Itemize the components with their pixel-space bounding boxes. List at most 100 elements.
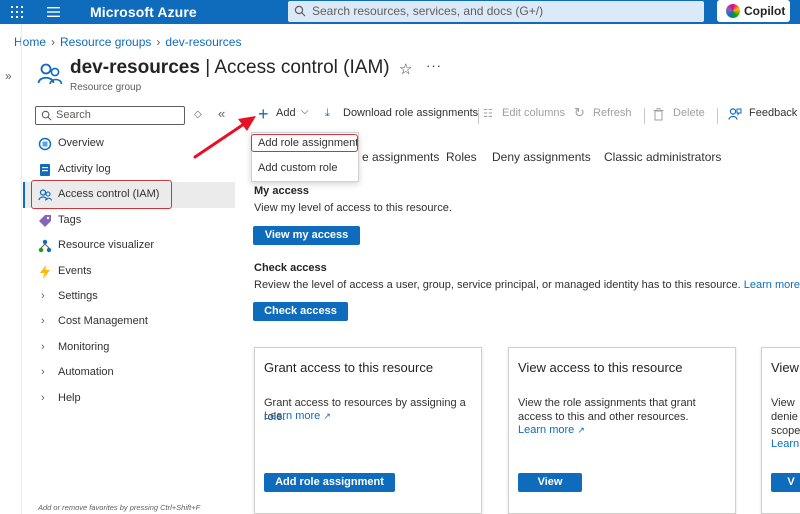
highlight-access-control [31, 180, 172, 209]
feedback-icon [728, 108, 742, 120]
view-my-access-button[interactable]: View my access [253, 226, 360, 245]
sidebar-search-placeholder: Search [56, 109, 91, 121]
search-icon [41, 110, 52, 121]
page-title-suffix: | Access control (IAM) [205, 57, 390, 78]
breadcrumb-separator: › [51, 35, 56, 49]
breadcrumb-dev-resources[interactable]: dev-resources [165, 35, 241, 49]
download-role-assignments-button[interactable]: Download role assignments [343, 107, 478, 119]
sidebar-item-help[interactable]: › Help [23, 386, 235, 412]
app-launcher-icon[interactable] [10, 5, 24, 19]
refresh-button[interactable]: Refresh [593, 107, 632, 119]
add-plus-icon[interactable]: + [258, 104, 269, 125]
sidebar-item-label: Help [58, 392, 81, 404]
breadcrumb: Home › Resource groups › dev-resources [14, 35, 241, 49]
sidebar-item-cost-management[interactable]: › Cost Management [23, 309, 235, 335]
check-access-text: Review the level of access a user, group… [254, 279, 741, 291]
add-role-assignment-button[interactable]: Add role assignment [264, 473, 395, 492]
tag-icon [39, 215, 51, 227]
card-grant-access: Grant access to this resource Grant acce… [254, 347, 482, 514]
lightning-icon [40, 265, 50, 279]
external-link-icon: ↗ [323, 411, 331, 421]
chevron-right-icon: › [41, 290, 45, 302]
page-subtitle: Resource group [70, 82, 142, 93]
search-icon [294, 5, 306, 17]
card-learn-more-link[interactable]: Learn more ↗ [264, 410, 331, 422]
menu-item-add-custom-role[interactable]: Add custom role [258, 162, 337, 174]
resource-name: dev-resources [70, 57, 200, 78]
more-options-icon[interactable]: ··· [426, 58, 442, 73]
sidebar-item-label: Settings [58, 290, 98, 302]
global-search-input[interactable]: Search resources, services, and docs (G+… [288, 1, 704, 22]
delete-button[interactable]: Delete [673, 107, 705, 119]
download-icon: ⤓ [325, 107, 330, 119]
edit-columns-icon: ☷ [483, 108, 493, 120]
hamburger-menu-icon[interactable] [46, 5, 62, 19]
sidebar-item-label: Events [58, 265, 92, 277]
sidebar-item-label: Overview [58, 137, 104, 149]
check-access-title: Check access [254, 262, 327, 274]
card-partial-button[interactable]: V [771, 473, 800, 492]
card-description: View denie scope. [771, 397, 800, 437]
card-description: View the role assignments that grant acc… [518, 397, 696, 423]
sidebar-item-automation[interactable]: › Automation [23, 360, 235, 386]
portal-menu-strip: » [0, 24, 22, 514]
brand-title[interactable]: Microsoft Azure [90, 4, 197, 20]
check-access-description: Review the level of access a user, group… [254, 279, 800, 291]
add-button[interactable]: Add [276, 107, 296, 119]
check-access-learn-more-link[interactable]: Learn more [744, 279, 800, 291]
tab-role-assignments[interactable]: e assignments [362, 150, 439, 164]
activity-log-icon [40, 164, 50, 176]
sidebar-item-label: Cost Management [58, 315, 148, 327]
copilot-button[interactable]: Copilot [717, 0, 790, 22]
chevron-right-icon: › [41, 366, 45, 378]
card-learn-more-link[interactable]: Learn more ↗ [518, 424, 585, 436]
card-view-deny-partial: View View denie scope. Learn V [761, 347, 800, 514]
sidebar-item-label: Resource visualizer [58, 239, 154, 251]
sidebar-item-overview[interactable]: Overview [23, 131, 235, 157]
sidebar-item-label: Monitoring [58, 341, 110, 353]
view-button[interactable]: View [518, 473, 582, 492]
copilot-icon [726, 4, 740, 18]
card-view-access: View access to this resource View the ro… [508, 347, 736, 514]
toolbar-divider [478, 108, 479, 124]
overview-icon [38, 137, 52, 151]
toolbar-divider [644, 108, 645, 124]
my-access-description: View my level of access to this resource… [254, 202, 452, 214]
collapse-sidebar-icon[interactable]: « [218, 106, 225, 121]
tab-roles[interactable]: Roles [446, 150, 477, 164]
sidebar-item-label: Automation [58, 366, 114, 378]
breadcrumb-resource-groups[interactable]: Resource groups [60, 35, 151, 49]
expand-menu-icon[interactable]: » [5, 69, 12, 83]
sort-updown-icon[interactable]: ◇ [194, 109, 202, 120]
sidebar-item-settings[interactable]: › Settings [23, 284, 235, 310]
sidebar-item-tags[interactable]: Tags [23, 208, 235, 234]
favorite-star-icon[interactable]: ☆ [399, 60, 412, 78]
tab-classic-administrators[interactable]: Classic administrators [604, 150, 721, 164]
card-title: View [771, 360, 799, 375]
sidebar-footer-hint: Add or remove favorites by pressing Ctrl… [38, 503, 201, 512]
refresh-icon: ↻ [574, 105, 585, 120]
delete-icon [653, 108, 664, 121]
sidebar-item-monitoring[interactable]: › Monitoring [23, 335, 235, 361]
card-title: Grant access to this resource [264, 360, 434, 375]
check-access-button[interactable]: Check access [253, 302, 348, 321]
sidebar-item-resource-visualizer[interactable]: Resource visualizer [23, 233, 235, 259]
visualizer-icon [38, 239, 52, 253]
external-link-icon: ↗ [577, 425, 585, 435]
sidebar-search-input[interactable]: Search [35, 106, 185, 125]
sidebar-item-label: Tags [58, 214, 82, 226]
my-access-title: My access [254, 185, 310, 197]
sidebar-item-label: Activity log [58, 163, 111, 175]
card-learn-more-link[interactable]: Learn [771, 438, 799, 450]
chevron-right-icon: › [41, 315, 45, 327]
toolbar-divider [717, 108, 718, 124]
chevron-right-icon: › [41, 392, 45, 404]
command-bar: + Add ⌵ ⤓ Download role assignments ☷ Ed… [254, 103, 800, 127]
copilot-label: Copilot [744, 4, 786, 18]
card-title: View access to this resource [518, 360, 683, 375]
feedback-button[interactable]: Feedback [749, 107, 797, 119]
sidebar-item-events[interactable]: Events [23, 259, 235, 285]
edit-columns-button[interactable]: Edit columns [502, 107, 565, 119]
tab-deny-assignments[interactable]: Deny assignments [492, 150, 591, 164]
chevron-down-icon[interactable]: ⌵ [301, 106, 309, 117]
